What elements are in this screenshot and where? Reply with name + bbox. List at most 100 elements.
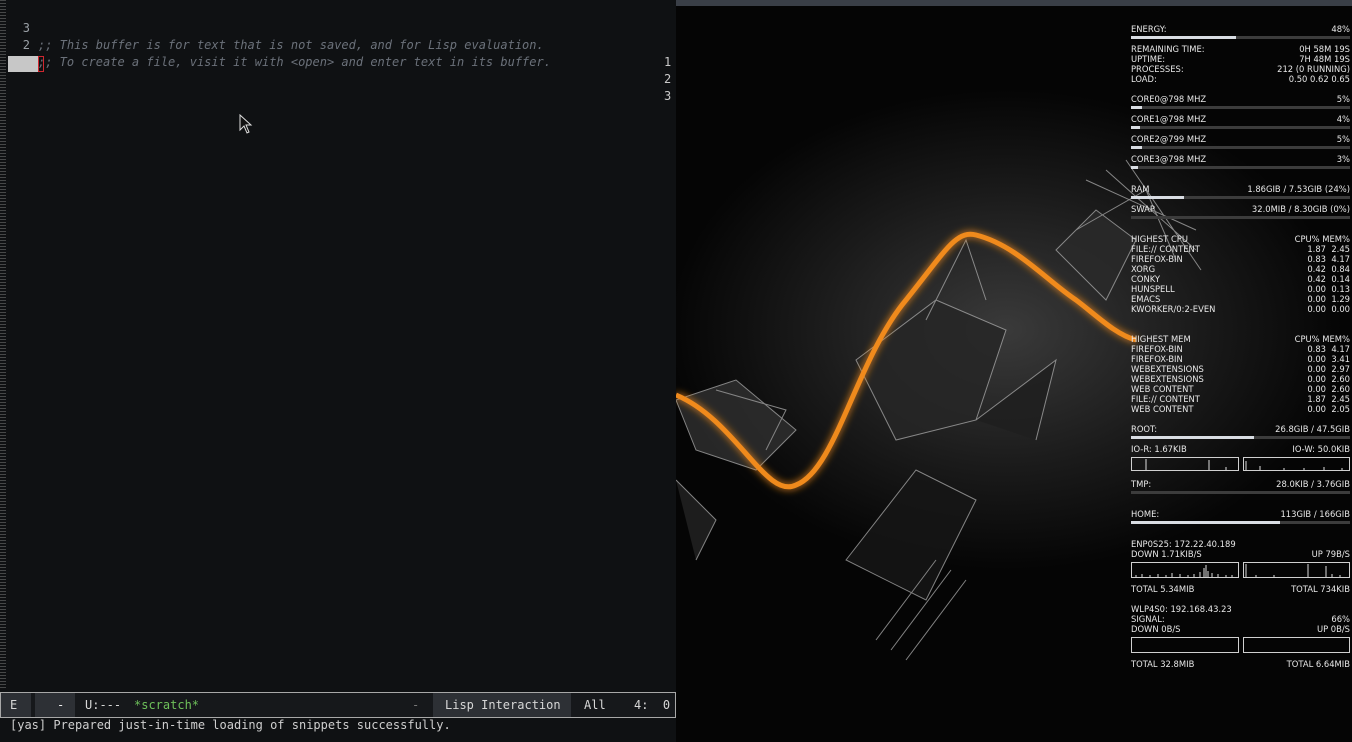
evil-state-indicator: E: [10, 698, 18, 712]
wifi-signal-row: SIGNAL: 66%: [1131, 614, 1350, 624]
core-bar: [1131, 106, 1350, 109]
process-row: XORG 0.42 0.84: [1131, 264, 1350, 274]
wifi-total-row: TOTAL 32.8MIB TOTAL 6.64MIB: [1131, 659, 1350, 669]
ram-value: 1.86GIB / 7.53GIB (24%): [1247, 184, 1350, 194]
highest-cpu-header: HIGHEST CPU CPU% MEM%: [1131, 234, 1350, 244]
process-row: FILE:// CONTENT 1.87 2.45: [1131, 394, 1350, 404]
mouse-pointer-icon: [239, 114, 253, 134]
swap-row: SWAP 32.0MIB / 8.30GIB (0%): [1131, 204, 1350, 214]
eth-total-row: TOTAL 5.34MIB TOTAL 734KIB: [1131, 584, 1350, 594]
process-cpu: 0.00: [1307, 384, 1326, 394]
eth-iface-row: ENP0S25: 172.22.40.189: [1131, 539, 1350, 549]
process-name: EMACS: [1131, 294, 1161, 304]
remaining-row: REMAINING TIME: 0H 58M 19S: [1131, 44, 1350, 54]
core-label: CORE2@799 MHZ: [1131, 134, 1207, 144]
process-name: WEBEXTENSIONS: [1131, 364, 1204, 374]
io-read: IO-R: 1.67KIB: [1131, 444, 1187, 454]
load-label: LOAD:: [1131, 74, 1157, 84]
eth-up: UP 79B/S: [1311, 549, 1350, 559]
process-cpu: 0.42: [1307, 264, 1326, 274]
process-mem: 2.45: [1331, 394, 1350, 404]
eth-up-graph: [1243, 562, 1350, 578]
buffer-name[interactable]: *scratch*: [134, 693, 199, 717]
core-label: CORE0@798 MHZ: [1131, 94, 1207, 104]
eth-speed-row: DOWN 1.71KIB/S UP 79B/S: [1131, 549, 1350, 559]
absolute-line-number: 2: [664, 72, 672, 86]
process-cpu: 0.00: [1307, 354, 1326, 364]
comment-text[interactable]: ;; This buffer is for text that is not s…: [38, 37, 544, 54]
highest-mem-header: HIGHEST MEM CPU% MEM%: [1131, 334, 1350, 344]
core-value: 5%: [1336, 94, 1350, 104]
wifi-speed-row: DOWN 0B/S UP 0B/S: [1131, 624, 1350, 634]
wifi-up: UP 0B/S: [1316, 624, 1350, 634]
process-row: FILE:// CONTENT 1.87 2.45: [1131, 244, 1350, 254]
home-value: 113GIB / 166GIB: [1280, 509, 1350, 519]
major-mode[interactable]: Lisp Interaction: [433, 693, 571, 717]
energy-bar: [1131, 36, 1350, 39]
comment-text[interactable]: ;; To create a file, visit it with <open…: [38, 54, 551, 71]
wifi-signal-label: SIGNAL:: [1131, 614, 1165, 624]
process-row: WEBEXTENSIONS 0.00 2.60: [1131, 374, 1350, 384]
absolute-line-number: 1: [664, 55, 672, 69]
process-cpu: 0.00: [1307, 374, 1326, 384]
cpu-mem-header: CPU% MEM%: [1294, 334, 1350, 344]
processes-value: 212 (0 RUNNING): [1277, 64, 1350, 74]
core-bar: [1131, 146, 1350, 149]
process-cpu: 0.00: [1307, 304, 1326, 314]
energy-label: ENERGY:: [1131, 24, 1167, 34]
swap-bar: [1131, 216, 1350, 219]
uptime-value: 7H 48M 19S: [1299, 54, 1350, 64]
wifi-total-up: TOTAL 6.64MIB: [1286, 659, 1350, 669]
modified-segment: [35, 693, 75, 717]
ram-row: RAM 1.86GIB / 7.53GIB (24%): [1131, 184, 1350, 194]
buffer-line[interactable]: 1 3: [0, 37, 671, 103]
wifi-up-graph: [1243, 637, 1350, 653]
core-row: CORE1@798 MHZ 4%: [1131, 114, 1350, 124]
buffer-position: All: [584, 698, 606, 712]
wifi-iface: WLP4S0: 192.168.43.23: [1131, 604, 1232, 614]
processes-row: PROCESSES: 212 (0 RUNNING): [1131, 64, 1350, 74]
process-name: WEB CONTENT: [1131, 404, 1194, 414]
wifi-down: DOWN 0B/S: [1131, 624, 1181, 634]
home-bar: [1131, 521, 1350, 524]
emacs-window[interactable]: 3 ;; This buffer is for text that is not…: [0, 0, 676, 742]
process-cpu: 0.00: [1307, 294, 1326, 304]
wifi-down-graph: [1131, 637, 1239, 653]
process-name: KWORKER/0:2-EVEN: [1131, 304, 1216, 314]
process-mem: 0.84: [1331, 264, 1350, 274]
process-cpu: 0.00: [1307, 284, 1326, 294]
process-name: FIREFOX-BIN: [1131, 254, 1183, 264]
root-bar: [1131, 436, 1350, 439]
swap-value: 32.0MIB / 8.30GIB (0%): [1251, 204, 1350, 214]
process-row: KWORKER/0:2-EVEN 0.00 0.00: [1131, 304, 1350, 314]
process-cpu: 0.83: [1307, 344, 1326, 354]
highest-mem-title: HIGHEST MEM: [1131, 334, 1191, 344]
process-name: FILE:// CONTENT: [1131, 394, 1200, 404]
mode-line[interactable]: E - U:--- *scratch* - Lisp Interaction A…: [0, 692, 676, 718]
swap-label: SWAP: [1131, 204, 1155, 214]
io-write: IO-W: 50.0KIB: [1292, 444, 1350, 454]
process-row: FIREFOX-BIN 0.00 3.41: [1131, 354, 1350, 364]
tmp-row: TMP: 28.0KIB / 3.76GIB: [1131, 479, 1350, 489]
echo-area: [yas] Prepared just-in-time loading of s…: [10, 718, 451, 732]
process-mem: 0.13: [1331, 284, 1350, 294]
tmp-label: TMP:: [1131, 479, 1152, 489]
buffer-line[interactable]: 3 ;; This buffer is for text that is not…: [0, 3, 671, 69]
root-row: ROOT: 26.8GIB / 47.5GIB: [1131, 424, 1350, 434]
highest-cpu-title: HIGHEST CPU: [1131, 234, 1188, 244]
process-name: FIREFOX-BIN: [1131, 344, 1183, 354]
process-row: HUNSPELL 0.00 0.13: [1131, 284, 1350, 294]
remaining-label: REMAINING TIME:: [1131, 44, 1205, 54]
uptime-row: UPTIME: 7H 48M 19S: [1131, 54, 1350, 64]
process-mem: 2.05: [1331, 404, 1350, 414]
process-mem: 2.60: [1331, 374, 1350, 384]
process-name: FILE:// CONTENT: [1131, 244, 1200, 254]
process-cpu: 1.87: [1307, 244, 1326, 254]
process-name: WEBEXTENSIONS: [1131, 374, 1204, 384]
buffer-line[interactable]: 2 ;; To create a file, visit it with <op…: [0, 20, 671, 86]
line-column: 4: 0: [634, 698, 671, 712]
process-name: XORG: [1131, 264, 1156, 274]
core-value: 3%: [1336, 154, 1350, 164]
scratch-buffer[interactable]: 3 ;; This buffer is for text that is not…: [0, 0, 676, 690]
eth-total-up: TOTAL 734KIB: [1291, 584, 1350, 594]
